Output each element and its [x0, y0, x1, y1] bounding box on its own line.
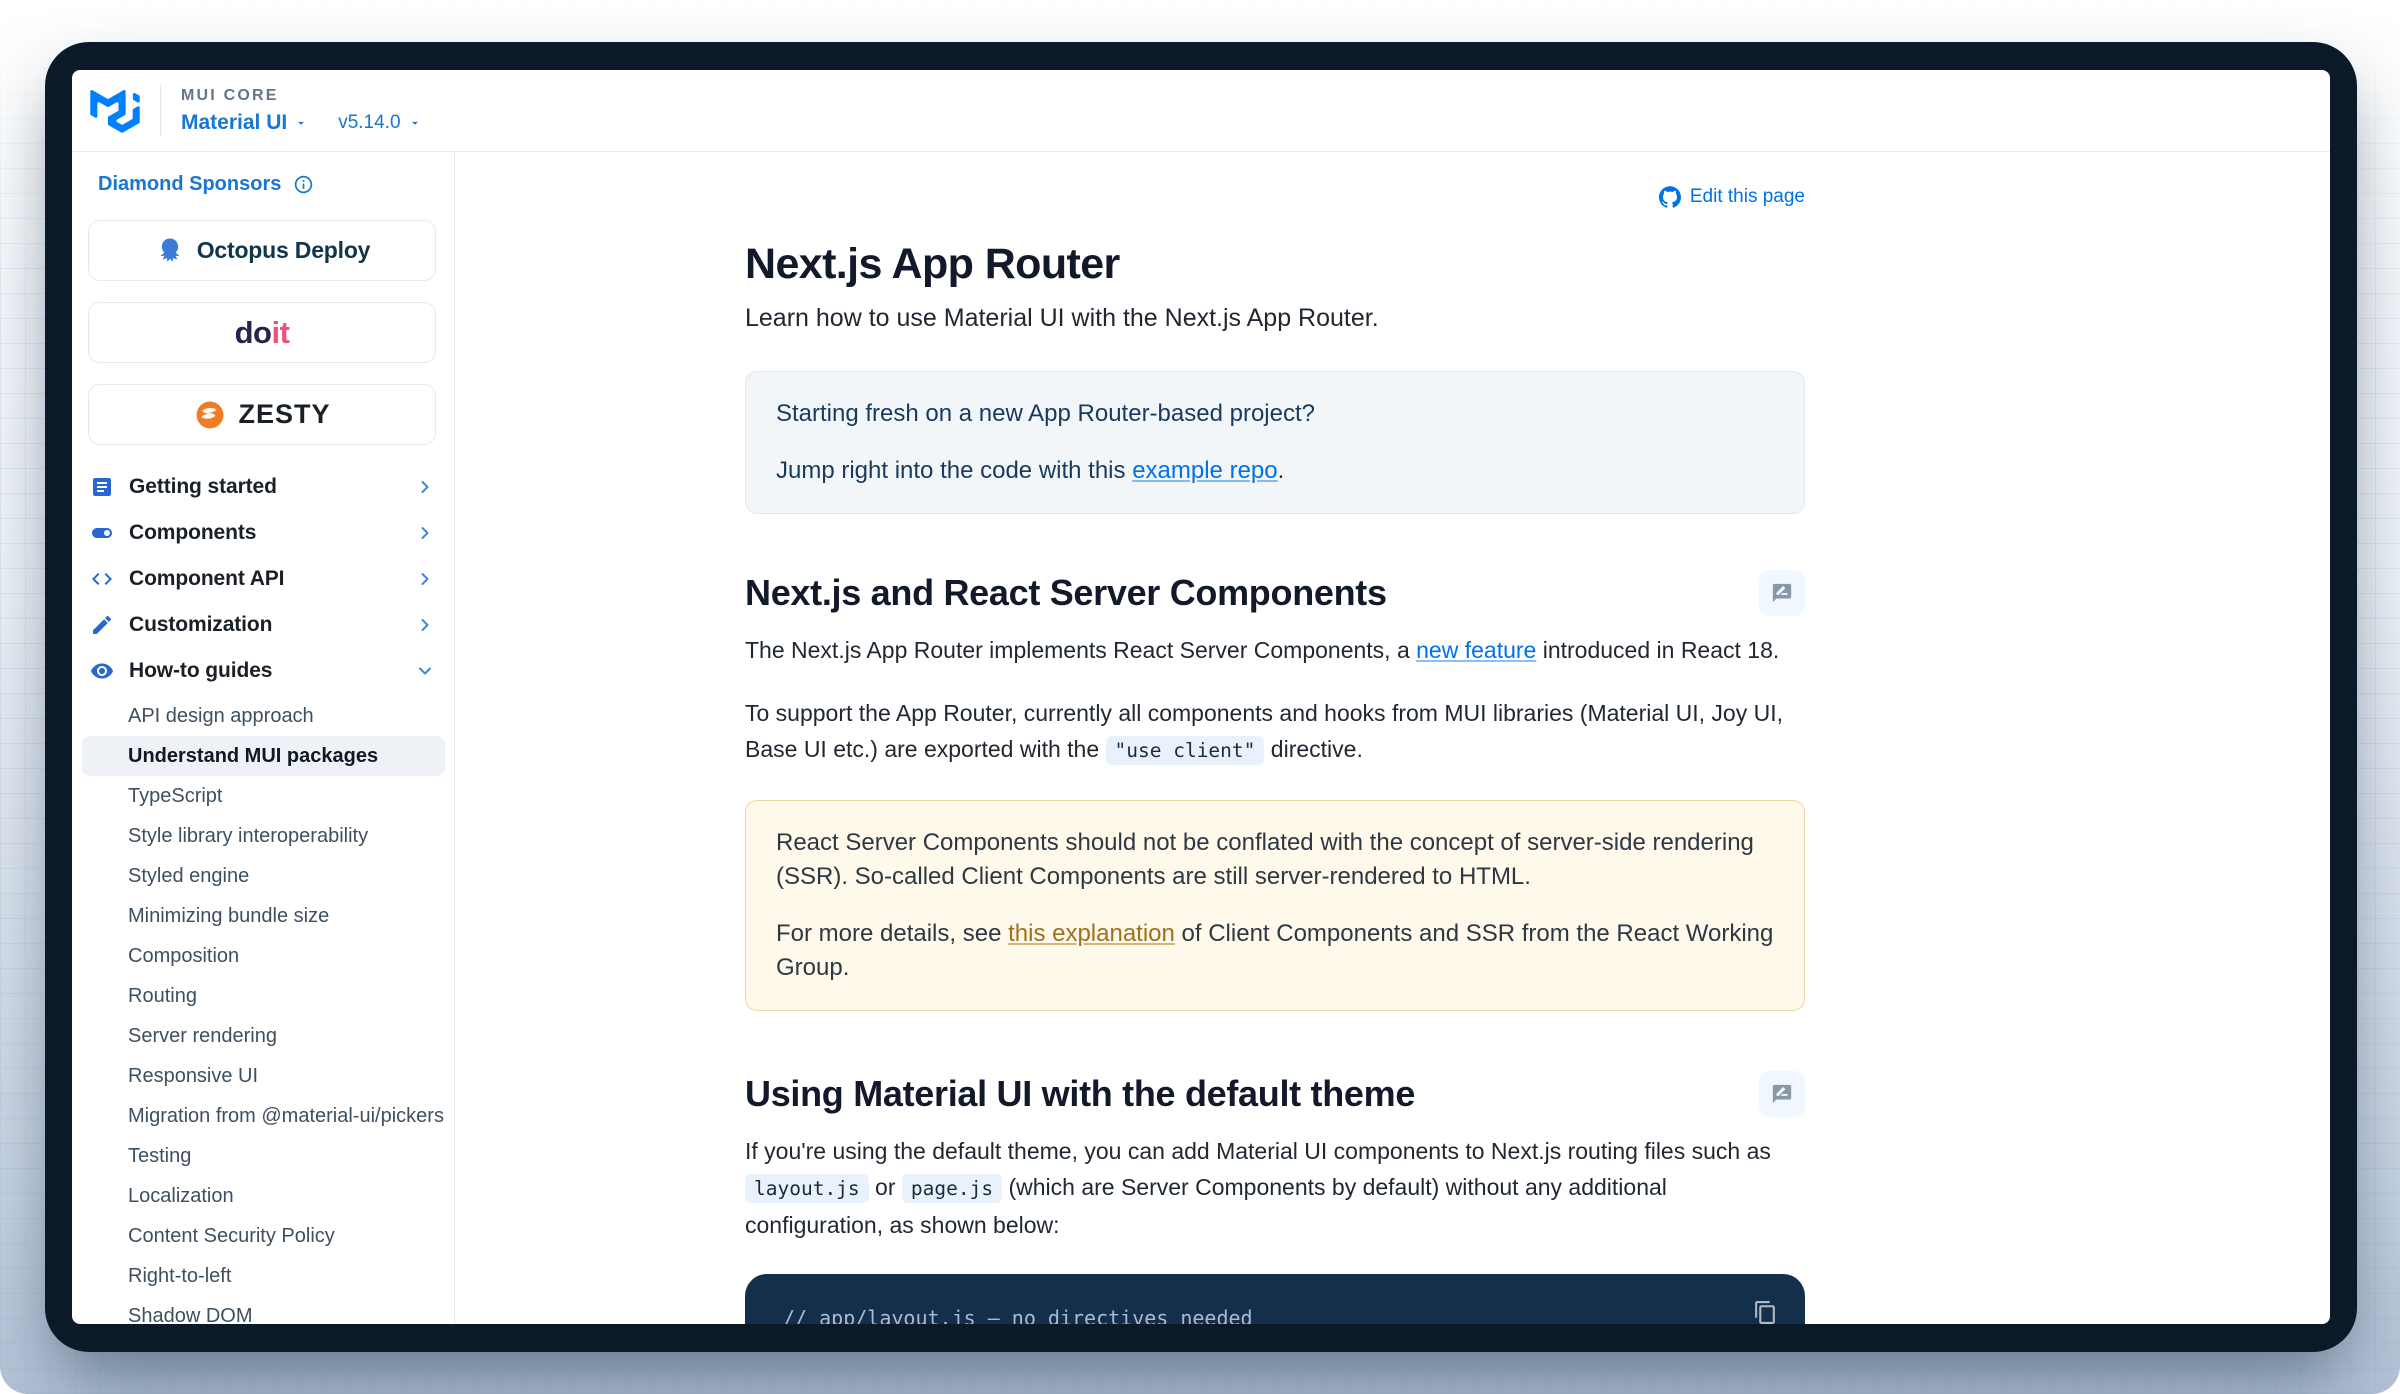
edit-this-page-label: Edit this page	[1689, 186, 1805, 207]
brand-text: MUI CORE Material UI v5.14.0	[181, 87, 422, 135]
new-feature-link[interactable]: new feature	[1416, 637, 1536, 663]
mui-logo-icon[interactable]	[90, 89, 140, 133]
sidebar-item-components[interactable]: Components	[72, 510, 447, 556]
intro-callout: Starting fresh on a new App Router-based…	[745, 371, 1805, 514]
section-feedback-button[interactable]	[1759, 570, 1805, 616]
product-select-value: Material UI	[181, 110, 288, 134]
zesty-icon	[197, 401, 224, 428]
copy-code-button[interactable]	[1745, 1292, 1785, 1324]
sidebar-subitem-api-design-approach[interactable]: API design approach	[82, 696, 445, 736]
intro-callout-line2: Jump right into the code with this examp…	[776, 457, 1285, 484]
version-select-value: v5.14.0	[338, 111, 401, 133]
paragraph: If you're using the default theme, you c…	[745, 1138, 1771, 1238]
sidebar-subitem-responsive-ui[interactable]: Responsive UI	[82, 1056, 445, 1096]
code-icon	[90, 567, 114, 591]
sidebar-subitem-typescript[interactable]: TypeScript	[82, 776, 445, 816]
brand-divider	[160, 84, 161, 137]
sidebar-item-component-api[interactable]: Component API	[72, 556, 447, 602]
example-repo-link[interactable]: example repo	[1132, 457, 1277, 484]
paragraph: To support the App Router, currently all…	[745, 695, 1805, 769]
edit-icon	[90, 613, 114, 637]
diamond-sponsors-label[interactable]: Diamond Sponsors	[98, 173, 281, 196]
sidebar-item-customization[interactable]: Customization	[72, 602, 447, 648]
code-block: // app/layout.js – no directives needede…	[745, 1274, 1805, 1324]
sidebar-item-label: Component API	[129, 567, 285, 590]
sponsor-doit[interactable]: doit	[88, 302, 436, 363]
intro-callout-line1: Starting fresh on a new App Router-based…	[776, 400, 1315, 427]
octopus-deploy-icon	[160, 237, 180, 261]
visibility-icon	[90, 659, 114, 683]
inline-code-page-js: page.js	[901, 1174, 1003, 1203]
sidebar-item-getting-started[interactable]: Getting started	[72, 464, 447, 510]
sidebar-subitem-routing[interactable]: Routing	[82, 976, 445, 1016]
chevron-down-icon	[415, 661, 435, 681]
sidebar-nav: Getting started Components Component API Cu…	[72, 464, 454, 694]
section-heading-default-theme: Using Material UI with the default theme	[745, 1073, 1416, 1114]
product-select[interactable]: Material UI	[181, 111, 308, 135]
paragraph: The Next.js App Router implements React …	[745, 637, 1780, 663]
sidebar-item-label: Customization	[129, 613, 273, 636]
comment-edit-icon	[1772, 1084, 1792, 1104]
sidebar-item-label: Getting started	[129, 475, 277, 498]
sidebar-subitem-style-library-interoperability[interactable]: Style library interoperability	[82, 816, 445, 856]
chevron-right-icon	[415, 569, 435, 589]
sponsor-label: Octopus Deploy	[196, 237, 371, 263]
sidebar-item-how-to-guides[interactable]: How-to guides	[72, 648, 447, 694]
article-icon	[90, 475, 114, 499]
warning-line2: For more details, see this explanation o…	[776, 920, 1774, 981]
chevron-down-icon	[411, 121, 418, 125]
warning-line1: React Server Components should not be co…	[776, 829, 1754, 890]
code-content: // app/layout.js – no directives needede…	[783, 1306, 1767, 1324]
section-heading-rsc: Next.js and React Server Components	[745, 572, 1387, 613]
product-line-label: MUI CORE	[181, 86, 279, 104]
diamond-sponsors-header: Diamond Sponsors	[98, 169, 454, 199]
sidebar-subitem-minimizing-bundle-size[interactable]: Minimizing bundle size	[82, 896, 445, 936]
version-select[interactable]: v5.14.0	[338, 112, 421, 134]
inline-code-use-client: "use client"	[1105, 736, 1265, 765]
info-icon[interactable]	[293, 174, 314, 195]
browser-frame: MUI CORE Material UI v5.14.0 Diamond Spo…	[45, 42, 2357, 1352]
sidebar-subitem-testing[interactable]: Testing	[82, 1136, 445, 1176]
sidebar-subitem-migration-from-material-ui-pickers[interactable]: Migration from @material-ui/pickers	[82, 1096, 445, 1136]
sidebar-subitem-styled-engine[interactable]: Styled engine	[82, 856, 445, 896]
sidebar-subitem-shadow-dom[interactable]: Shadow DOM	[82, 1296, 445, 1325]
brand: MUI CORE Material UI v5.14.0	[90, 84, 422, 137]
this-explanation-link[interactable]: this explanation	[1008, 920, 1175, 947]
sidebar-subitem-understand-mui-packages[interactable]: Understand MUI packages	[82, 736, 445, 776]
edit-this-page-link[interactable]: Edit this page	[1658, 186, 1805, 208]
app-header: MUI CORE Material UI v5.14.0	[72, 70, 2330, 152]
code-line: // app/layout.js – no directives needed	[783, 1306, 1253, 1324]
sidebar: Diamond Sponsors Octopus Deploy doit ZES…	[72, 152, 455, 1324]
chevron-down-icon	[298, 121, 305, 125]
sponsor-octopus-deploy[interactable]: Octopus Deploy	[88, 220, 436, 281]
toggle-icon	[90, 521, 114, 545]
sidebar-item-label: Components	[129, 521, 257, 544]
doit-logo: doit	[234, 314, 290, 350]
sidebar-item-label: How-to guides	[129, 659, 273, 682]
chevron-right-icon	[415, 615, 435, 635]
sponsor-zesty[interactable]: ZESTY	[88, 384, 436, 445]
sidebar-subitem-composition[interactable]: Composition	[82, 936, 445, 976]
desktop-background: MUI CORE Material UI v5.14.0 Diamond Spo…	[0, 0, 2400, 1394]
chevron-right-icon	[415, 477, 435, 497]
sidebar-subitem-right-to-left[interactable]: Right-to-left	[82, 1256, 445, 1296]
copy-icon	[1754, 1300, 1775, 1324]
main-content: Edit this page Next.js App Router Learn …	[455, 152, 2330, 1324]
comment-edit-icon	[1772, 583, 1792, 603]
app-window: MUI CORE Material UI v5.14.0 Diamond Spo…	[72, 70, 2330, 1324]
inline-code-layout-js: layout.js	[745, 1174, 869, 1203]
section-feedback-button[interactable]	[1759, 1071, 1805, 1117]
sidebar-subitem-server-rendering[interactable]: Server rendering	[82, 1016, 445, 1056]
page-subtitle: Learn how to use Material UI with the Ne…	[745, 304, 1379, 332]
github-icon	[1658, 186, 1681, 208]
sponsor-label: ZESTY	[238, 399, 331, 429]
sidebar-subnav: API design approach Understand MUI packag…	[72, 696, 454, 1324]
chevron-right-icon	[415, 523, 435, 543]
warning-callout: React Server Components should not be co…	[745, 800, 1805, 1011]
sidebar-subitem-localization[interactable]: Localization	[82, 1176, 445, 1216]
sidebar-subitem-content-security-policy[interactable]: Content Security Policy	[82, 1216, 445, 1256]
page-title: Next.js App Router	[745, 240, 1120, 288]
